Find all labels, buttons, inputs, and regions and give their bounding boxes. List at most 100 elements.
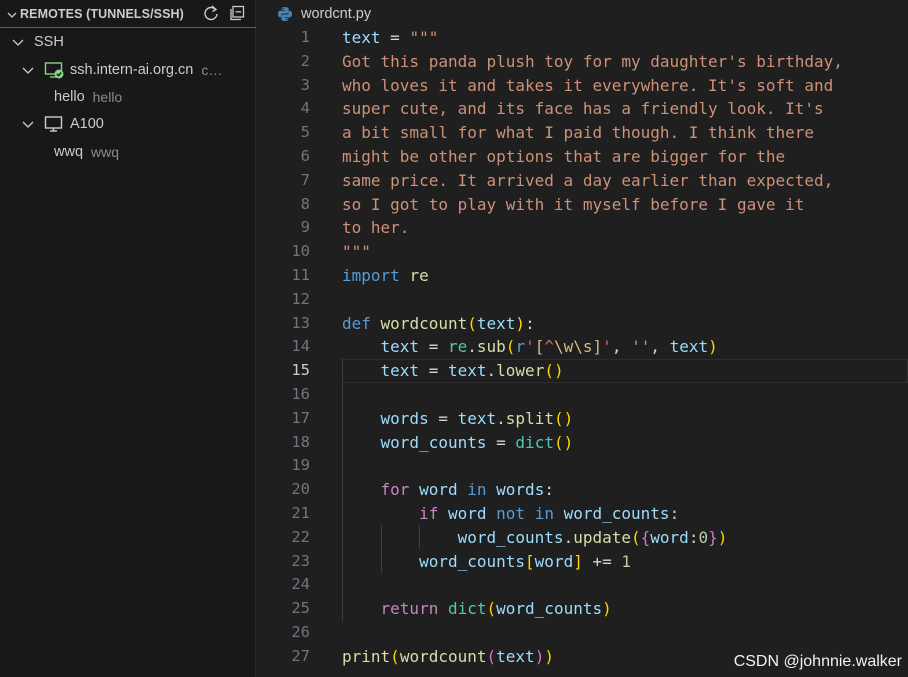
host-label: A100 [70,116,104,132]
chevron-down-icon [10,34,26,50]
code-text: word_counts.update({word:0}) [457,527,728,547]
chevron-down-icon [6,8,18,20]
folder-description: hello [92,89,123,105]
tree-folder-wwq[interactable]: wwq wwq [0,138,256,166]
code-line[interactable]: 3 who loves it and takes it everywhere. I… [257,74,908,98]
line-number: 11 [291,266,310,284]
folder-description: wwq [91,144,120,160]
line-number: 23 [291,551,310,570]
code-text: word_counts[word] += 1 [419,551,632,571]
folder-label: wwq [54,144,84,160]
editor-tab-bar: wordcnt.py [257,0,908,28]
host-label: ssh.intern-ai.org.cn [70,62,194,78]
code-text: so I got to play with it myself before I… [342,194,805,214]
line-number: 3 [300,75,310,94]
code-line[interactable]: 16 [257,383,908,407]
line-number: 21 [291,504,310,522]
code-line[interactable]: 8 so I got to play with it myself before … [257,193,908,217]
code-text: """ [342,242,371,262]
line-number: 5 [300,123,310,142]
code-line[interactable]: 4 super cute, and its face has a friendly… [257,97,908,121]
code-line[interactable]: 6 might be other options that are bigger … [257,145,908,169]
code-text: print(wordcount(text)) [342,646,554,666]
line-number: 9 [300,218,310,237]
line-number: 27 [291,646,310,665]
line-number: 26 [291,623,310,641]
tree-group-label: SSH [34,34,64,50]
monitor-icon [44,114,64,134]
code-text: super cute, and its face has a friendly … [342,99,824,119]
code-text: a bit small for what I paid though. I th… [342,123,815,143]
code-line[interactable]: 12 [257,288,908,312]
line-number: 8 [300,194,310,213]
refresh-icon[interactable] [201,3,221,23]
code-line[interactable]: 18 word_counts = dict() [257,431,908,455]
line-number: 10 [291,242,310,261]
line-number: 14 [291,337,310,356]
code-line[interactable]: 2 Got this panda plush toy for my daughte… [257,50,908,74]
code-line[interactable]: 21 if word not in word_counts: [257,502,908,526]
tree-group-ssh[interactable]: SSH [0,28,256,56]
section-actions [201,3,247,23]
code-line[interactable]: 13 def wordcount(text): [257,312,908,336]
tab-label: wordcnt.py [301,6,372,22]
code-line[interactable]: 22 word_counts.update({word:0}) [257,526,908,550]
host-description: c… [201,62,223,78]
folder-label: hello [54,89,85,105]
code-text: if word not in word_counts: [419,504,680,523]
remotes-section-title: REMOTES (TUNNELS/SSH) [20,7,184,21]
line-number: 1 [300,28,310,46]
line-number: 15 [291,361,310,380]
line-number: 6 [300,147,310,165]
code-text: import re [342,266,429,285]
code-line[interactable]: 25 return dict(word_counts) [257,597,908,621]
line-number: 13 [291,313,310,332]
code-line[interactable]: 7 same price. It arrived a day earlier th… [257,169,908,193]
line-number: 24 [291,575,310,594]
line-number: 18 [291,432,310,451]
tab-wordcnt[interactable]: wordcnt.py [277,2,371,26]
code-line[interactable]: 14 text = re.sub(r'[^\w\s]', '', text) [257,335,908,359]
code-text: def wordcount(text): [342,313,535,333]
watermark: CSDN @johnnie.walker [733,653,902,670]
collapse-all-icon[interactable] [227,3,247,23]
chevron-down-icon [20,116,36,132]
code-editor[interactable]: 1 text = """ 2 Got this panda plush toy for… [257,26,908,677]
line-number: 12 [291,289,310,308]
code-line[interactable]: 19 [257,454,908,478]
line-number: 16 [291,385,310,403]
code-line[interactable]: 23 word_counts[word] += 1 [257,550,908,574]
code-line[interactable]: 9 to her. [257,216,908,240]
code-text: for word in words: [380,480,554,500]
tree-host-a100[interactable]: A100 [0,110,256,138]
tree-host-intern-ai[interactable]: ssh.intern-ai.org.cn c… [0,56,256,84]
code-line[interactable]: 10 """ [257,240,908,264]
code-text: words = text.split() [380,408,574,428]
code-text: might be other options that are bigger f… [342,147,786,166]
code-line[interactable]: 11 import re [257,264,908,288]
chevron-down-icon [20,62,36,78]
code-text: who loves it and takes it everywhere. It… [342,75,834,95]
code-text: return dict(word_counts) [380,599,612,619]
code-text: text = """ [342,28,439,47]
code-line[interactable]: 5 a bit small for what I paid though. I t… [257,121,908,145]
code-text: word_counts = dict() [380,432,574,452]
line-number: 4 [300,99,310,118]
tree-folder-hello[interactable]: hello hello [0,83,256,111]
remote-explorer-sidebar: REMOTES (TUNNELS/SSH) SSH ssh.intern-ai.… [0,0,256,677]
code-line[interactable]: 20 for word in words: [257,478,908,502]
line-number: 2 [300,51,310,70]
code-text: Got this panda plush toy for my daughter… [342,51,843,71]
line-number: 25 [291,599,310,618]
code-line[interactable]: 17 words = text.split() [257,407,908,431]
code-line[interactable]: 26 [257,621,908,645]
code-text: to her. [342,218,410,238]
code-line[interactable]: 1 text = """ [257,26,908,50]
code-text: text = text.lower() [380,361,564,381]
code-line[interactable]: 24 [257,573,908,597]
line-number: 19 [291,456,310,475]
python-icon [277,6,293,22]
line-number: 7 [300,170,310,189]
code-text: same price. It arrived a day earlier tha… [342,170,834,190]
code-line[interactable]: 15 text = text.lower() [257,359,908,383]
